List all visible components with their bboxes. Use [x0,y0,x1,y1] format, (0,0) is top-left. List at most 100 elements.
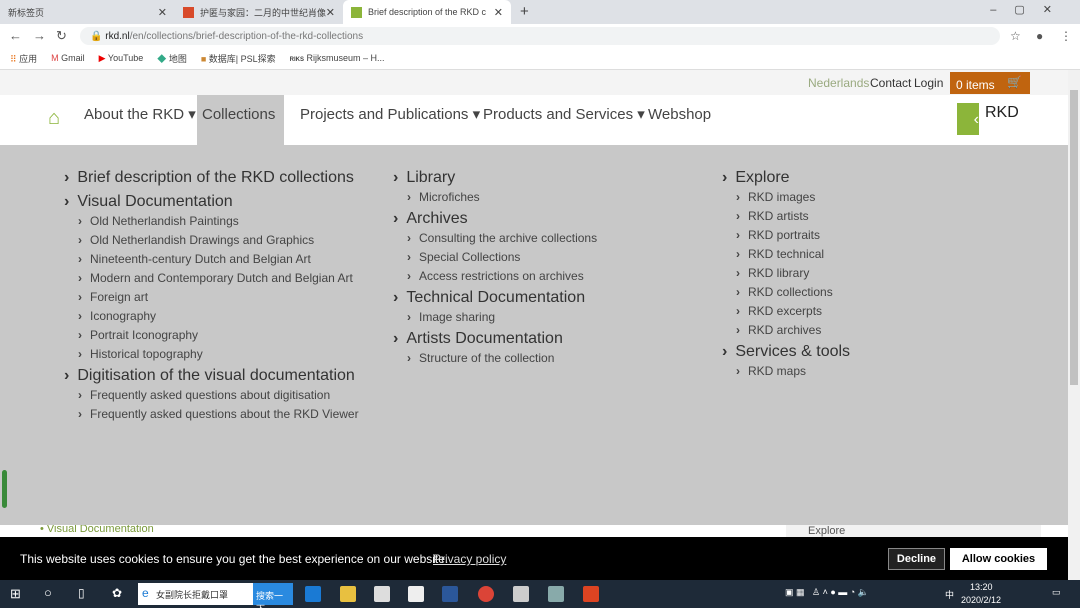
clock-date[interactable]: 2020/2/12 [961,595,1001,605]
nav-products[interactable]: Products and Services ▾ [478,95,650,145]
menu-sub-link[interactable]: Iconography [78,309,359,323]
menu-sub-link[interactable]: Access restrictions on archives [407,269,597,283]
menu-sub-link[interactable]: Microfiches [407,190,597,204]
profile-icon[interactable]: ● [1036,29,1043,43]
photos-icon[interactable] [513,586,529,602]
acrobat-icon[interactable] [583,586,599,602]
menu-heading-link[interactable]: Technical Documentation [393,289,597,307]
menu-heading-link[interactable]: Digitisation of the visual documentation [64,367,359,385]
close-icon[interactable]: ✕ [494,6,503,19]
scrollbar[interactable] [1068,70,1080,580]
mail-icon[interactable] [408,586,424,602]
menu-group: Brief description of the RKD collections [64,169,359,187]
menu-sub-link[interactable]: Old Netherlandish Drawings and Graphics [78,233,359,247]
rkd-logo-icon[interactable]: ‹ [957,103,979,135]
new-tab-icon[interactable]: + [520,3,529,20]
menu-sub-link[interactable]: RKD collections [736,285,850,299]
menu-column: Explore RKD images RKD artists RKD portrait… [722,169,850,384]
back-icon[interactable]: ← [9,28,22,43]
taskbar-search-button[interactable]: 搜索一下 [253,583,293,614]
bookmark-psl[interactable]: ■ 数据库| PSL探索 [201,52,276,65]
menu-sub-link[interactable]: Structure of the collection [407,351,597,365]
forward-icon[interactable]: → [33,28,46,43]
decline-button[interactable]: Decline [888,548,945,570]
nav-about[interactable]: About the RKD ▾ [79,95,201,145]
nav-webshop[interactable]: Webshop [643,95,716,145]
menu-sub-link[interactable]: RKD portraits [736,228,850,242]
store-icon[interactable] [374,586,390,602]
bookmark-gmail[interactable]: M Gmail [51,53,85,63]
close-icon[interactable]: ✕ [326,6,335,19]
clock-time[interactable]: 13:20 [970,582,993,592]
notification-icon[interactable]: ▭ [1052,587,1061,598]
window-controls[interactable]: –▢✕ [990,3,1070,16]
taskbar-search-input[interactable]: e 女副院长拒戴口罩 [138,583,253,605]
edge-icon[interactable] [305,586,321,602]
windows-start-icon[interactable]: ⊞ [10,586,21,602]
menu-icon[interactable]: ⋮ [1060,29,1072,43]
menu-heading-link[interactable]: Artists Documentation [393,330,597,348]
bookmark-youtube[interactable]: ▶ YouTube [99,53,144,64]
paint-icon[interactable] [548,586,564,602]
menu-sub-link[interactable]: RKD archives [736,323,850,337]
bookmark-rijksmuseum[interactable]: RIKS Rijksmuseum – H... [290,53,385,63]
app-icon[interactable]: ✿ [112,586,122,600]
menu-sub-link[interactable]: Foreign art [78,290,359,304]
task-view-icon[interactable]: ▯ [78,586,85,600]
menu-sub-link[interactable]: Nineteenth-century Dutch and Belgian Art [78,252,359,266]
ime-indicator[interactable]: 中 [945,588,954,601]
menu-sub-link[interactable]: Consulting the archive collections [407,231,597,245]
cortana-icon[interactable]: ○ [44,585,52,600]
home-icon[interactable]: ⌂ [48,107,60,130]
tab-article[interactable]: 护匿与家园：二月的中世纪肖像 ✕ [175,0,343,24]
psl-icon: ■ [200,53,207,64]
tab-rkd[interactable]: Brief description of the RKD c ✕ [343,0,511,24]
menu-sub-link[interactable]: RKD images [736,190,850,204]
menu-sub-link[interactable]: RKD library [736,266,850,280]
menu-sub-link[interactable]: Frequently asked questions about digitis… [78,388,359,402]
close-icon[interactable]: ✕ [158,6,167,19]
menu-sub-link[interactable]: Image sharing [407,310,597,324]
menu-sub-link[interactable]: RKD maps [736,364,850,378]
cart-button[interactable]: 0 items 🛒 [950,72,1030,94]
menu-sub-link[interactable]: RKD excerpts [736,304,850,318]
main-nav: ⌂ About the RKD ▾ Collections ▾ Projects… [0,95,1068,163]
menu-heading-link[interactable]: Brief description of the RKD collections [64,169,359,187]
privacy-policy-link[interactable]: Privacy policy [433,552,506,566]
login-link[interactable]: Login [914,76,943,90]
word-icon[interactable] [442,586,458,602]
side-handle[interactable] [2,470,7,508]
menu-heading-link[interactable]: Library [393,169,597,187]
rijks-icon: RIKS [289,57,304,63]
contact-link[interactable]: Contact [870,76,911,90]
chrome-icon[interactable] [478,586,494,602]
tab-label: Brief description of the RKD c [368,7,487,17]
menu-heading-link[interactable]: Services & tools [722,343,850,361]
url-input[interactable]: 🔒 rkd.nl/en/collections/brief-descriptio… [80,27,1000,45]
menu-sub-link[interactable]: Modern and Contemporary Dutch and Belgia… [78,271,359,285]
bookmark-maps[interactable]: ◆ 地图 [157,52,187,65]
tray-icons[interactable]: ▣ ▦ ♙ ˄ ● ▬ ◔ 🔈 [785,587,869,598]
allow-cookies-button[interactable]: Allow cookies [950,548,1047,570]
language-link[interactable]: Nederlands [808,76,869,90]
menu-sub-link[interactable]: RKD technical [736,247,850,261]
bookmark-apps[interactable]: ⠿ 应用 [10,52,37,65]
explorer-icon[interactable] [340,586,356,602]
menu-sub-link[interactable]: Historical topography [78,347,359,361]
menu-sub-link[interactable]: Old Netherlandish Paintings [78,214,359,228]
star-icon[interactable]: ☆ [1010,29,1021,43]
nav-projects[interactable]: Projects and Publications ▾ [295,95,485,145]
url-domain: rkd.nl [105,30,130,42]
menu-heading-link[interactable]: Visual Documentation [64,193,359,211]
menu-sub-link[interactable]: Special Collections [407,250,597,264]
reload-icon[interactable]: ↻ [56,28,67,44]
tab-new[interactable]: 新标签页 ✕ [0,0,175,24]
menu-sub-link[interactable]: RKD artists [736,209,850,223]
menu-heading-link[interactable]: Archives [393,210,597,228]
content-link[interactable]: • Visual Documentation [40,525,154,535]
nav-collections[interactable]: Collections ▾ [197,95,284,163]
scrollbar-thumb[interactable] [1070,90,1078,385]
menu-heading-link[interactable]: Explore [722,169,850,187]
menu-sub-link[interactable]: Frequently asked questions about the RKD… [78,407,359,421]
menu-sub-link[interactable]: Portrait Iconography [78,328,359,342]
